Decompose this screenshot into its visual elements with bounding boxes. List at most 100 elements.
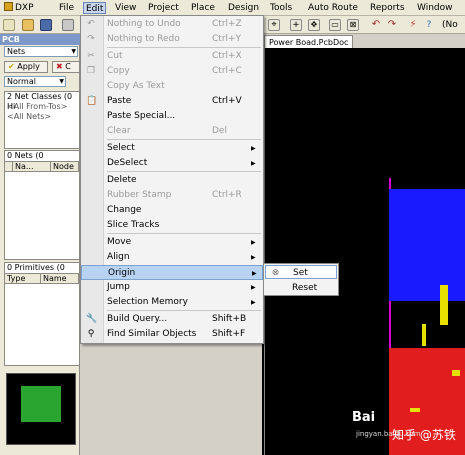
net-classes-list: 2 Net Classes (0 Hi <All From-Tos> <All …: [4, 91, 80, 149]
check-icon: ✔: [8, 62, 15, 71]
view-mode-value: Normal: [7, 77, 36, 86]
panel-title: PCB: [0, 34, 80, 45]
menu-item-clear[interactable]: Clear Del: [81, 124, 263, 139]
menu-item-change[interactable]: Change: [81, 203, 263, 218]
copy-icon: ❐: [86, 66, 96, 76]
menu-item-label: Nothing to Undo: [107, 19, 181, 29]
list-item[interactable]: <All Nets>: [5, 112, 79, 122]
baidu-logo: Bai: [352, 410, 376, 425]
menu-item-label: Select: [107, 143, 135, 153]
menu-item-label: Copy As Text: [107, 81, 165, 91]
column-node[interactable]: Node: [51, 162, 79, 171]
undo-icon[interactable]: ↶: [370, 19, 382, 31]
net-classes-header: 2 Net Classes (0 Hi: [7, 92, 73, 111]
move-icon[interactable]: ✥: [308, 19, 320, 31]
column-type[interactable]: Type: [5, 274, 41, 283]
open-folder-icon[interactable]: [22, 19, 34, 31]
redo-icon[interactable]: ↷: [386, 19, 398, 31]
menu-window[interactable]: Window: [415, 2, 455, 14]
menu-item-label: Paste: [107, 96, 132, 106]
checkbox-column: [5, 162, 13, 171]
menu-dxp[interactable]: DXP: [2, 2, 36, 14]
menu-item-align[interactable]: Align ▶: [81, 250, 263, 265]
menu-item-selection-memory[interactable]: Selection Memory ▶: [81, 295, 263, 310]
menu-item-label: Build Query...: [107, 314, 168, 324]
pad: [422, 324, 426, 346]
origin-submenu: ⊗ Set Reset: [263, 263, 339, 296]
deselect-icon[interactable]: ⊠: [347, 19, 359, 31]
menu-item-origin[interactable]: Origin ▶: [81, 265, 263, 280]
apply-button[interactable]: ✔ Apply: [4, 61, 48, 73]
menu-item-build-query[interactable]: 🔧 Build Query... Shift+B: [81, 312, 263, 327]
menu-item-nothing-to-redo[interactable]: ↷ Nothing to Redo Ctrl+Y: [81, 32, 263, 47]
submenu-item-reset[interactable]: Reset: [265, 281, 337, 295]
menu-item-shortcut: Ctrl+R: [212, 190, 242, 200]
menu-separator: [107, 233, 261, 234]
menu-item-slice-tracks[interactable]: Slice Tracks: [81, 218, 263, 233]
find-similar-icon: ⚲: [87, 329, 95, 339]
submenu-item-label: Reset: [292, 283, 318, 293]
menu-tools[interactable]: Tools: [268, 2, 294, 14]
clear-button[interactable]: ✖ C: [52, 61, 80, 73]
menu-edit[interactable]: Edit: [83, 2, 107, 14]
primitives-header: 0 Primitives (0 High: [7, 263, 65, 282]
menu-separator: [107, 139, 261, 140]
menu-item-rubber-stamp[interactable]: Rubber Stamp Ctrl+R: [81, 188, 263, 203]
cross-select-icon[interactable]: ⌖: [268, 19, 280, 31]
panel-mode-select[interactable]: Nets ▼: [4, 46, 78, 57]
menu-item-shortcut: Ctrl+V: [212, 96, 242, 106]
menu-item-select[interactable]: Select ▶: [81, 141, 263, 156]
menu-file[interactable]: File: [57, 2, 76, 14]
save-icon[interactable]: [40, 19, 52, 31]
submenu-arrow-icon: ▶: [251, 284, 256, 291]
menu-item-label: Delete: [107, 175, 137, 185]
menu-item-cut[interactable]: ✂ Cut Ctrl+X: [81, 49, 263, 64]
pcb-canvas[interactable]: [262, 48, 465, 455]
menu-place[interactable]: Place: [189, 2, 217, 14]
menu-item-deselect[interactable]: DeSelect ▶: [81, 156, 263, 171]
menu-auto-route[interactable]: Auto Route: [306, 2, 360, 14]
menu-item-label: Origin: [108, 268, 136, 278]
column-name[interactable]: Name: [41, 274, 79, 283]
menu-design[interactable]: Design: [226, 2, 261, 14]
menu-item-delete[interactable]: Delete: [81, 173, 263, 188]
menu-separator: [107, 171, 261, 172]
menu-item-jump[interactable]: Jump ▶: [81, 280, 263, 295]
panel-mode-value: Nets: [7, 47, 26, 56]
submenu-arrow-icon: ▶: [251, 239, 256, 246]
menu-view[interactable]: View: [113, 2, 138, 14]
menu-item-move[interactable]: Move ▶: [81, 235, 263, 250]
menu-separator: [107, 47, 261, 48]
set-origin-icon: ⊗: [271, 268, 280, 278]
menu-item-copy[interactable]: ❐ Copy Ctrl+C: [81, 64, 263, 79]
document-tab[interactable]: Power Boad.PcbDoc: [264, 35, 354, 48]
board-thumbnail: [21, 386, 61, 422]
menu-item-label: Clear: [107, 126, 131, 136]
select-area-icon[interactable]: ▭: [329, 19, 341, 31]
submenu-arrow-icon: ▶: [251, 160, 256, 167]
menu-item-label: Selection Memory: [107, 297, 188, 307]
new-document-icon[interactable]: [3, 19, 15, 31]
menu-item-label: Align: [107, 252, 130, 262]
menu-item-paste-special[interactable]: Paste Special...: [81, 109, 263, 124]
interactive-route-icon[interactable]: ⚡: [407, 19, 419, 31]
pad: [410, 408, 420, 412]
menu-project[interactable]: Project: [146, 2, 181, 14]
submenu-item-set[interactable]: ⊗ Set: [265, 265, 337, 279]
submenu-arrow-icon: ▶: [251, 299, 256, 306]
help-icon[interactable]: ?: [423, 19, 435, 31]
view-mode-select[interactable]: Normal ▼: [4, 76, 66, 87]
menu-item-copy-as-text[interactable]: Copy As Text: [81, 79, 263, 94]
menu-item-paste[interactable]: 📋 Paste Ctrl+V: [81, 94, 263, 109]
cut-icon: ✂: [87, 51, 95, 61]
board-preview[interactable]: [6, 373, 76, 445]
menu-reports[interactable]: Reports: [368, 2, 407, 14]
submenu-arrow-icon: ▶: [252, 270, 257, 277]
menu-item-nothing-to-undo[interactable]: ↶ Nothing to Undo Ctrl+Z: [81, 17, 263, 32]
list-item[interactable]: <All From-Tos>: [5, 102, 79, 112]
menu-item-find-similar-objects[interactable]: ⚲ Find Similar Objects Shift+F: [81, 327, 263, 342]
print-icon[interactable]: [62, 19, 74, 31]
submenu-item-label: Set: [293, 268, 308, 278]
column-name[interactable]: Na...: [13, 162, 51, 171]
crosshair-icon[interactable]: +: [290, 19, 302, 31]
